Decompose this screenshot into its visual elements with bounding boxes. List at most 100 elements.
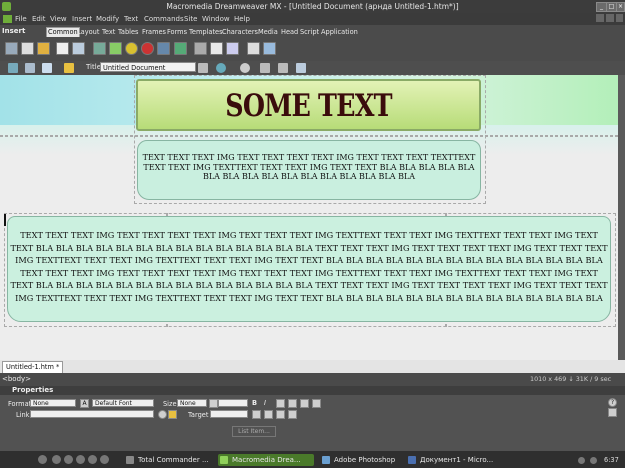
reference-icon[interactable]: [260, 63, 270, 73]
horizontal-rule-icon[interactable]: [194, 42, 207, 55]
menu-help[interactable]: Help: [234, 15, 250, 23]
quick-tag-editor-icon[interactable]: [608, 408, 617, 417]
align-left-icon[interactable]: [276, 399, 285, 408]
image-icon[interactable]: [93, 42, 106, 55]
align-right-icon[interactable]: [300, 399, 309, 408]
menu-file[interactable]: File: [15, 15, 27, 23]
doc-minimize-icon[interactable]: [596, 14, 604, 22]
point-to-file-icon[interactable]: [158, 410, 167, 419]
hyperlink-icon[interactable]: [5, 42, 18, 55]
refresh-icon[interactable]: [240, 63, 250, 73]
browse-folder-icon[interactable]: [168, 410, 177, 419]
target-select[interactable]: [210, 410, 248, 418]
view-options-icon[interactable]: [296, 63, 306, 73]
tab-media[interactable]: Media: [257, 28, 279, 37]
quicklaunch-icon-1[interactable]: [52, 455, 61, 464]
design-view-icon[interactable]: [42, 63, 52, 73]
close-icon[interactable]: ×: [616, 2, 625, 12]
preview-browser-icon[interactable]: [216, 63, 226, 73]
start-icon[interactable]: [38, 455, 47, 464]
email-link-icon[interactable]: [21, 42, 34, 55]
task-word[interactable]: Документ1 - Micro...: [406, 454, 502, 466]
vertical-scrollbar[interactable]: [618, 75, 625, 360]
tab-layout[interactable]: Layout: [76, 28, 100, 37]
doc-restore-icon[interactable]: [606, 14, 614, 22]
fireworks-html-icon[interactable]: [125, 42, 138, 55]
split-view-icon[interactable]: [25, 63, 35, 73]
tab-application[interactable]: Application: [320, 28, 359, 37]
live-data-icon[interactable]: [64, 63, 74, 73]
menu-commands[interactable]: Commands: [144, 15, 184, 23]
menu-text[interactable]: Text: [124, 15, 138, 23]
font-a-icon: A: [80, 399, 89, 408]
tab-forms[interactable]: Forms: [166, 28, 188, 37]
tabular-data-icon[interactable]: [226, 42, 239, 55]
task-dreamweaver[interactable]: Macromedia Drea...: [218, 454, 314, 466]
menu-edit[interactable]: Edit: [32, 15, 46, 23]
tab-head[interactable]: Head: [280, 28, 299, 37]
help-icon[interactable]: ?: [608, 398, 617, 407]
banner-text: SOME TEXT: [225, 88, 392, 124]
rollover-image-icon[interactable]: [157, 42, 170, 55]
file-management-icon[interactable]: [198, 63, 208, 73]
tray-icon-1[interactable]: [578, 457, 585, 464]
menu-window[interactable]: Window: [202, 15, 230, 23]
font-select[interactable]: Default Font: [92, 399, 154, 407]
code-view-icon[interactable]: [8, 63, 18, 73]
tab-tables[interactable]: Tables: [117, 28, 140, 37]
tag-chooser-icon[interactable]: [263, 42, 276, 55]
quicklaunch-icon-5[interactable]: [100, 455, 109, 464]
doc-close-icon[interactable]: [616, 14, 623, 22]
menu-modify[interactable]: Modify: [96, 15, 119, 23]
tray-icon-2[interactable]: [590, 457, 597, 464]
menu-view[interactable]: View: [50, 15, 67, 23]
text-color-field[interactable]: [218, 399, 248, 407]
tag-selector[interactable]: <body>: [2, 375, 31, 383]
task-total-commander[interactable]: Total Commander ...: [124, 454, 216, 466]
indent-icon[interactable]: [288, 410, 297, 419]
list-item-button[interactable]: List Item...: [232, 426, 276, 437]
table-icon[interactable]: [56, 42, 69, 55]
menu-insert[interactable]: Insert: [72, 15, 92, 23]
size-select[interactable]: None: [177, 399, 207, 407]
tab-templates[interactable]: Templates: [188, 28, 224, 37]
properties-header[interactable]: [0, 386, 625, 395]
document-tab[interactable]: Untitled-1.htm *: [2, 361, 64, 373]
format-select[interactable]: None: [30, 399, 76, 407]
quicklaunch-icon-3[interactable]: [76, 455, 85, 464]
outdent-icon[interactable]: [276, 410, 285, 419]
tab-text[interactable]: Text: [101, 28, 116, 37]
text-color-icon[interactable]: [209, 399, 218, 408]
task-photoshop[interactable]: Adobe Photoshop: [320, 454, 404, 466]
justify-icon[interactable]: [312, 399, 321, 408]
document-title-input[interactable]: Untitled Document: [100, 62, 196, 72]
document-canvas[interactable]: SOME TEXT TEXT TEXT TEXT IMG TEXT TEXT T…: [0, 75, 618, 360]
properties-label: Properties: [12, 386, 54, 394]
draw-layer-icon[interactable]: [72, 42, 85, 55]
bold-button[interactable]: B: [252, 399, 257, 407]
content-box-small: TEXT TEXT TEXT IMG TEXT TEXT TEXT TEXT I…: [137, 140, 481, 200]
quicklaunch-icon-2[interactable]: [64, 455, 73, 464]
tab-script[interactable]: Script: [299, 28, 320, 37]
content-box-large-text: TEXT TEXT TEXT IMG TEXT TEXT TEXT TEXT I…: [10, 230, 608, 303]
italic-button[interactable]: I: [264, 399, 266, 407]
ordered-list-icon[interactable]: [264, 410, 273, 419]
image-placeholder-icon[interactable]: [109, 42, 122, 55]
tab-frames[interactable]: Frames: [141, 28, 167, 37]
align-center-icon[interactable]: [288, 399, 297, 408]
comment-icon[interactable]: [247, 42, 260, 55]
unordered-list-icon[interactable]: [252, 410, 261, 419]
insert-bar-label[interactable]: Insert: [2, 27, 25, 35]
task-total-commander-label: Total Commander ...: [138, 456, 209, 464]
menu-bar: File Edit View Insert Modify Text Comman…: [0, 13, 625, 25]
flash-icon[interactable]: [141, 42, 154, 55]
link-input[interactable]: [30, 410, 154, 418]
quicklaunch-icon-4[interactable]: [88, 455, 97, 464]
menu-site[interactable]: Site: [184, 15, 197, 23]
tab-characters[interactable]: Characters: [221, 28, 259, 37]
date-icon[interactable]: [210, 42, 223, 55]
navigation-bar-icon[interactable]: [174, 42, 187, 55]
tab-common[interactable]: Common: [46, 27, 80, 37]
named-anchor-icon[interactable]: [37, 42, 50, 55]
code-navigation-icon[interactable]: [278, 63, 288, 73]
